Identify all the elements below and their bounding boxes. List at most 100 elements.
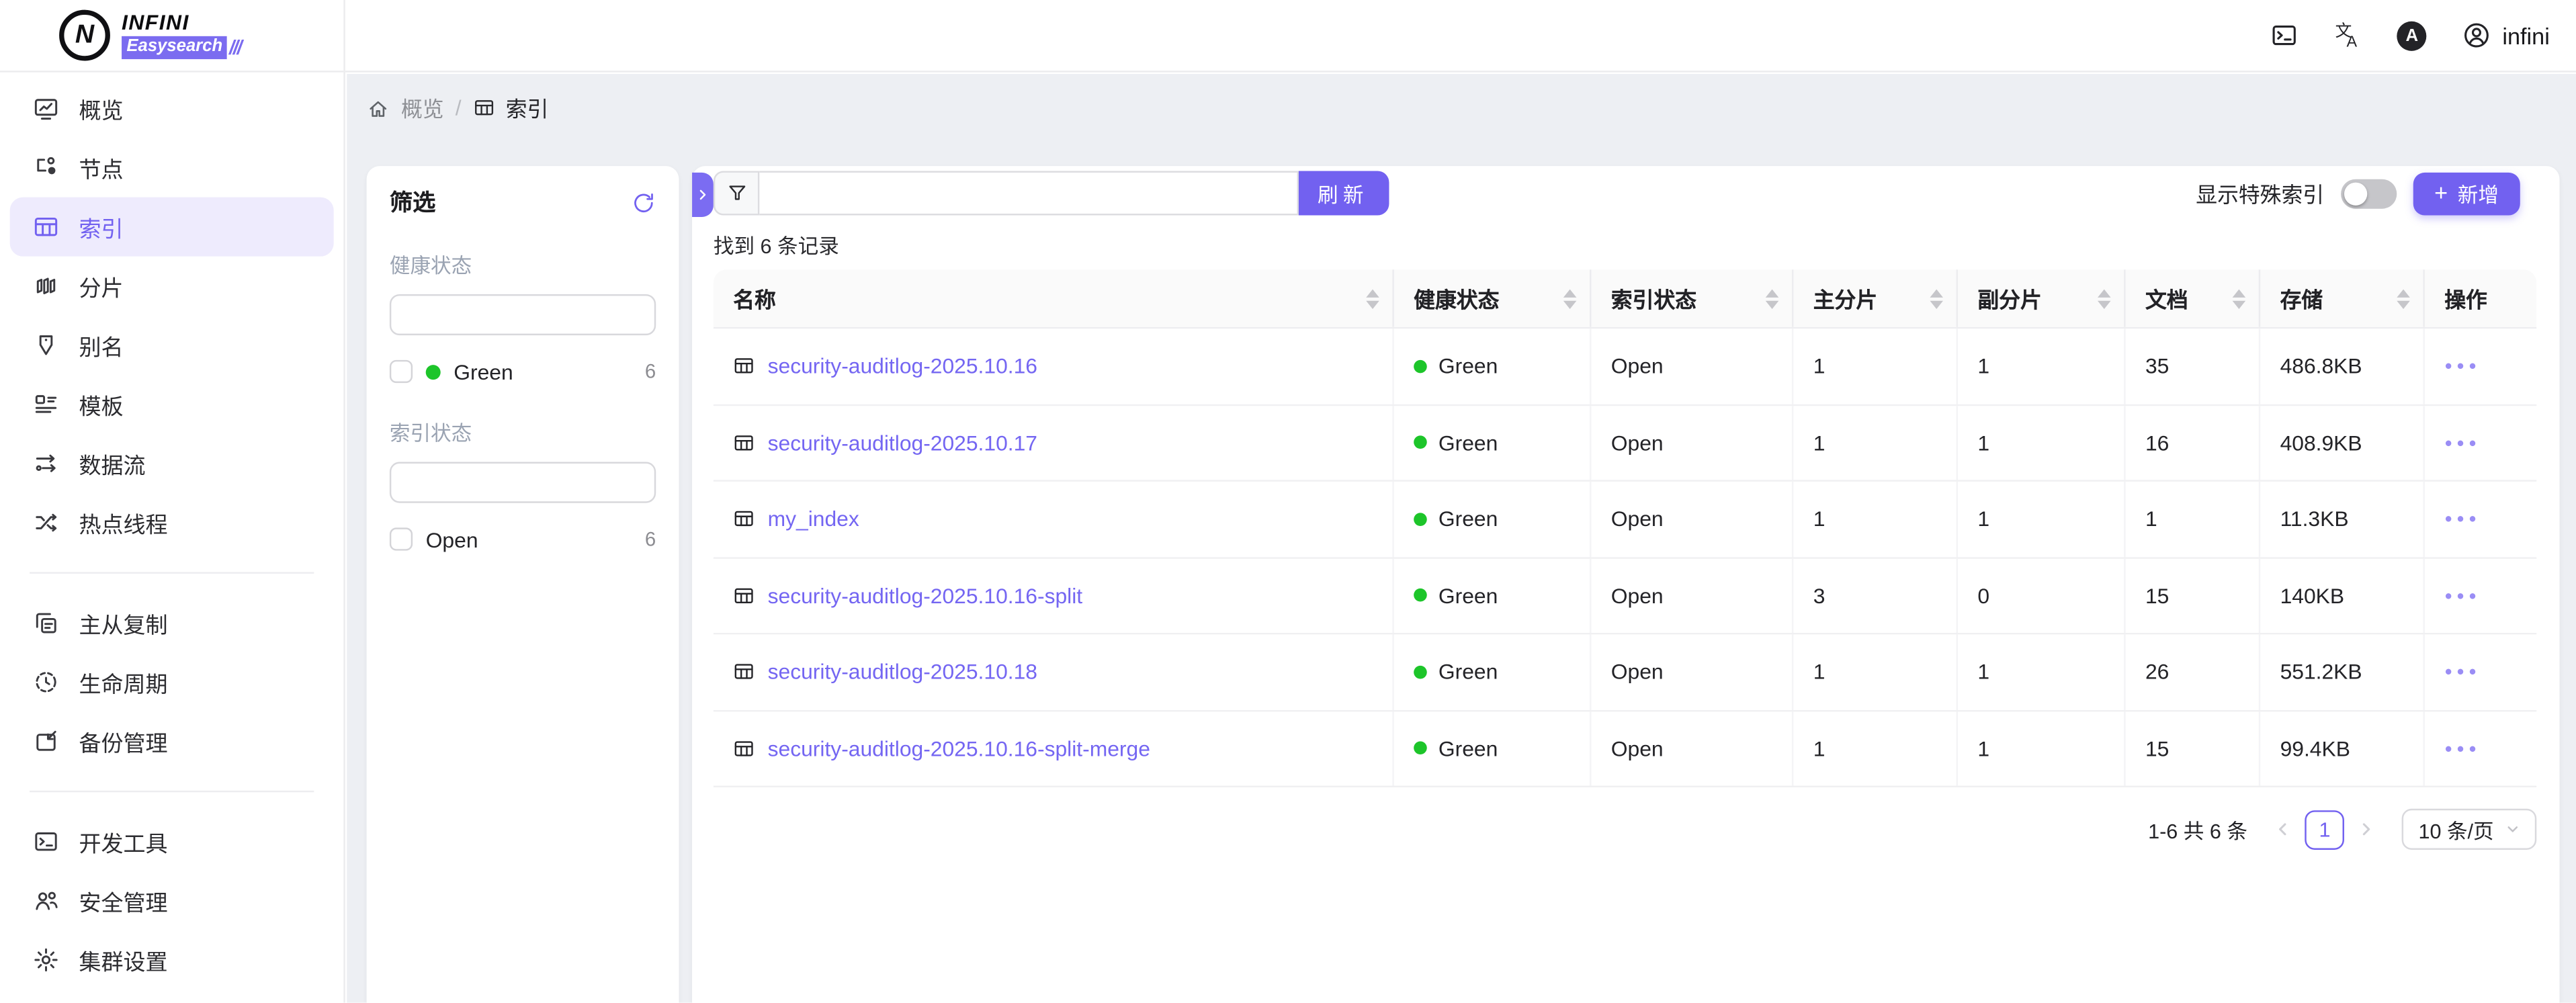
indices-panel: 刷新 显示特殊索引 + 新增 找到 6 条记录 名称健康状态索引状态主分片副分片…: [692, 166, 2559, 1002]
sort-carets[interactable]: [2088, 288, 2110, 308]
sidebar-item-nodes[interactable]: 节点: [10, 138, 334, 198]
cell-actions: ●●●: [2425, 329, 2536, 403]
row-actions-button[interactable]: ●●●: [2444, 664, 2481, 679]
cell-primary-shards: 1: [1793, 634, 1958, 709]
column-header-6[interactable]: 存储: [2260, 269, 2425, 327]
sidebar-menu: 概览节点索引分片别名模板数据流热点线程主从复制生命周期备份管理开发工具安全管理集…: [0, 73, 343, 996]
table-row: security-auditlog-2025.10.16-split-merge…: [714, 711, 2536, 787]
table-icon: [733, 509, 755, 530]
add-index-button[interactable]: + 新增: [2413, 172, 2520, 215]
index-name-link[interactable]: my_index: [768, 507, 859, 531]
filter-option-count: 6: [645, 527, 656, 550]
filter-funnel-icon[interactable]: [714, 171, 760, 215]
brand-product-name: Easysearch: [122, 36, 228, 58]
brand-slashes: ///: [229, 38, 241, 57]
pagination-prev-button[interactable]: [2274, 820, 2292, 838]
pagination-next-button[interactable]: [2358, 820, 2376, 838]
cell-storage: 99.4KB: [2260, 711, 2425, 785]
sidebar-item-label: 数据流: [79, 447, 145, 480]
home-icon[interactable]: [367, 96, 390, 119]
refresh-button[interactable]: 刷新: [1299, 171, 1389, 215]
health-label: Green: [1439, 736, 1498, 761]
filter-section-input[interactable]: [390, 294, 656, 335]
column-label: 副分片: [1977, 283, 2041, 314]
filter-section-input[interactable]: [390, 462, 656, 503]
svg-text:A: A: [2346, 33, 2357, 50]
column-header-0[interactable]: 名称: [714, 269, 1394, 327]
sidebar-item-datastreams[interactable]: 数据流: [10, 434, 334, 493]
show-special-indices-toggle[interactable]: [2341, 178, 2397, 208]
sidebar-item-dev-tools[interactable]: 开发工具: [10, 812, 334, 871]
column-header-3[interactable]: 主分片: [1793, 269, 1958, 327]
checkbox[interactable]: [390, 360, 413, 383]
row-actions-button[interactable]: ●●●: [2444, 359, 2481, 374]
filter-section-label: 健康状态: [390, 248, 656, 279]
sidebar-item-replication[interactable]: 主从复制: [10, 593, 334, 652]
health-dot-green: [1414, 436, 1427, 449]
column-header-4[interactable]: 副分片: [1958, 269, 2126, 327]
row-actions-button[interactable]: ●●●: [2444, 741, 2481, 756]
docs-value: 16: [2145, 430, 2169, 455]
sidebar-item-hot-threads[interactable]: 热点线程: [10, 493, 334, 552]
sidebar-divider: [30, 572, 314, 573]
sidebar-item-cluster-settings[interactable]: 集群设置: [10, 930, 334, 990]
cell-replica-shards: 0: [1958, 558, 2126, 633]
index-name-link[interactable]: security-auditlog-2025.10.17: [768, 430, 1037, 455]
health-dot-green: [1414, 742, 1427, 755]
dashboard-icon: [33, 95, 59, 122]
sort-carets[interactable]: [1357, 288, 1379, 308]
brand-logo[interactable]: N INFINI Easysearch ///: [0, 0, 343, 73]
sidebar-item-templates[interactable]: 模板: [10, 375, 334, 434]
sidebar-item-label: 别名: [79, 329, 123, 361]
sort-carets[interactable]: [1920, 288, 1943, 308]
cell-replica-shards: 1: [1958, 711, 2126, 785]
column-header-2[interactable]: 索引状态: [1591, 269, 1793, 327]
page-size-select[interactable]: 10 条/页: [2402, 809, 2536, 850]
replica-shards-value: 1: [1977, 660, 1989, 685]
sidebar: N INFINI Easysearch /// 概览节点索引分片别名模板数据流热…: [0, 0, 345, 1002]
breadcrumb-item-overview[interactable]: 概览: [401, 92, 444, 123]
index-name-link[interactable]: security-auditlog-2025.10.16: [768, 354, 1037, 379]
theme-icon[interactable]: A: [2397, 21, 2427, 50]
health-dot-green: [426, 364, 441, 379]
sidebar-item-indices[interactable]: 索引: [10, 198, 334, 257]
translate-icon[interactable]: 文A: [2333, 21, 2362, 50]
sort-carets[interactable]: [2387, 288, 2410, 308]
replica-shards-value: 1: [1977, 736, 1989, 761]
user-menu[interactable]: infini: [2461, 21, 2550, 50]
table-icon: [733, 661, 755, 683]
sort-carets[interactable]: [1756, 288, 1778, 308]
search-input[interactable]: [759, 171, 1299, 215]
storage-value: 11.3KB: [2280, 507, 2349, 531]
sidebar-item-lifecycle[interactable]: 生命周期: [10, 652, 334, 711]
row-actions-button[interactable]: ●●●: [2444, 512, 2481, 527]
storage-value: 99.4KB: [2280, 736, 2350, 761]
sidebar-item-security[interactable]: 安全管理: [10, 871, 334, 930]
column-header-1[interactable]: 健康状态: [1394, 269, 1592, 327]
datastream-icon: [33, 450, 59, 476]
sort-carets[interactable]: [2223, 288, 2245, 308]
sidebar-item-aliases[interactable]: 别名: [10, 316, 334, 375]
pagination-page-1[interactable]: 1: [2305, 810, 2345, 849]
checkbox[interactable]: [390, 527, 413, 550]
index-name-link[interactable]: security-auditlog-2025.10.16-split: [768, 583, 1083, 608]
index-name-link[interactable]: security-auditlog-2025.10.18: [768, 660, 1037, 685]
sidebar-item-shards[interactable]: 分片: [10, 257, 334, 316]
terminal-icon[interactable]: [2269, 21, 2299, 50]
sort-carets[interactable]: [1553, 288, 1576, 308]
collapse-filter-button[interactable]: [692, 173, 714, 217]
alias-icon: [33, 332, 59, 358]
sidebar-item-backup[interactable]: 备份管理: [10, 711, 334, 771]
refresh-icon[interactable]: [632, 190, 656, 215]
breadcrumb-separator: /: [456, 95, 462, 120]
index-name-link[interactable]: security-auditlog-2025.10.16-split-merge: [768, 736, 1150, 761]
health-label: Green: [1439, 354, 1498, 379]
storage-value: 408.9KB: [2280, 430, 2362, 455]
breadcrumb-item-indices: 索引: [506, 92, 549, 123]
sidebar-item-overview[interactable]: 概览: [10, 79, 334, 138]
row-actions-button[interactable]: ●●●: [2444, 435, 2481, 450]
sidebar-item-label: 分片: [79, 269, 123, 302]
filter-section: 索引状态Open6: [390, 416, 656, 554]
column-header-5[interactable]: 文档: [2126, 269, 2261, 327]
row-actions-button[interactable]: ●●●: [2444, 588, 2481, 603]
